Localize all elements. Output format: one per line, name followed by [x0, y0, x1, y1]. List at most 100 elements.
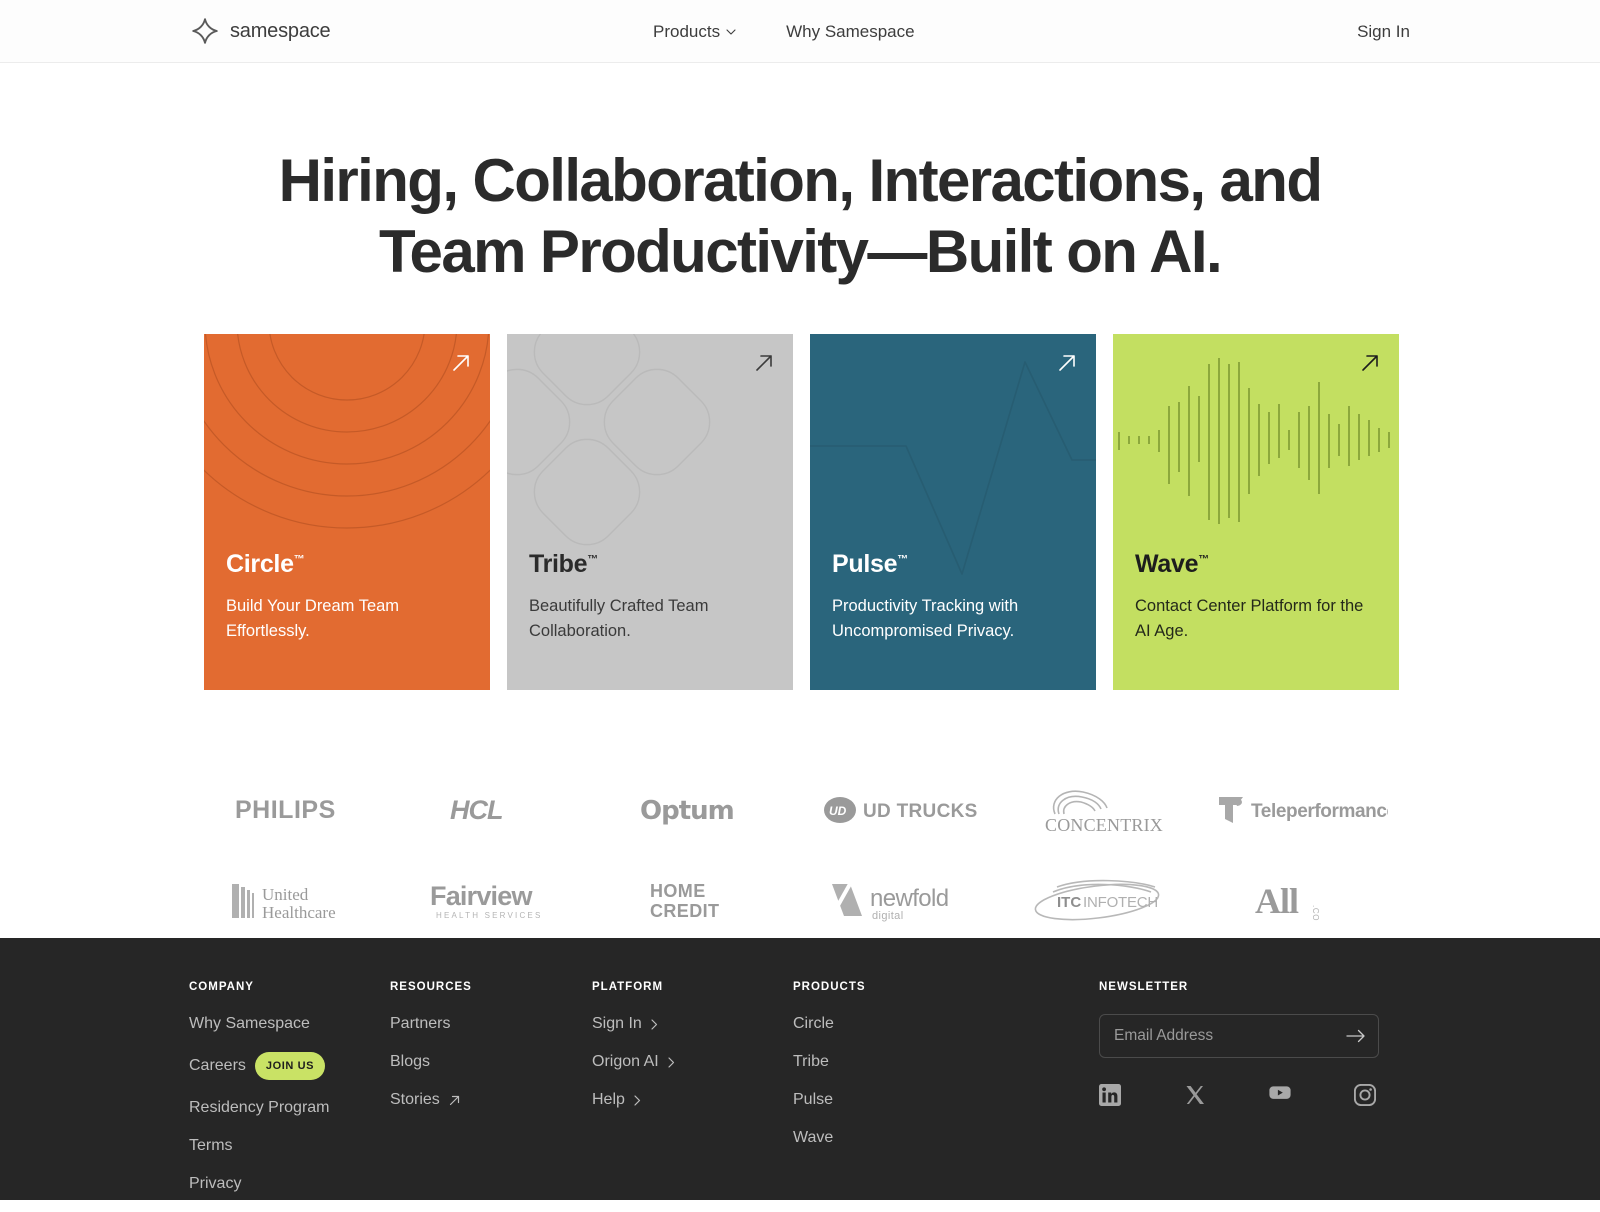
chevron-right-icon [634, 1094, 641, 1106]
product-card-pulse[interactable]: Pulse™ Productivity Tracking with Uncomp… [810, 334, 1096, 690]
email-input[interactable] [1114, 1027, 1346, 1045]
logo-concentrix: CONCENTRIX [1035, 782, 1165, 838]
logo-united-healthcare: United Healthcare [230, 872, 370, 928]
product-card-title: Pulse™ [832, 552, 1078, 577]
footer-link-label: Terms [189, 1137, 233, 1154]
footer-link-label: Wave [793, 1129, 834, 1146]
footer-column-title: PLATFORM [592, 981, 664, 993]
footer-link-residency-program[interactable]: Residency Program [189, 1098, 390, 1118]
svg-text:HOME: HOME [650, 881, 706, 901]
footer-link-label: Residency Program [189, 1099, 330, 1116]
instagram-icon[interactable] [1353, 1083, 1377, 1107]
footer-link-partners[interactable]: Partners [390, 1014, 592, 1034]
footer-link-terms[interactable]: Terms [189, 1136, 390, 1156]
nav-item-why-samespace[interactable]: Why Samespace [786, 22, 915, 42]
footer-link-careers[interactable]: Careers JOIN US [189, 1052, 390, 1080]
footer-link-label: Circle [793, 1015, 834, 1032]
svg-text:United: United [262, 885, 309, 904]
join-us-badge[interactable]: JOIN US [254, 1052, 326, 1080]
logo-itc-infotech: ITC INFOTECH [1025, 872, 1175, 928]
footer-column-company: COMPANY Why Samespace Careers JOIN US Re… [189, 981, 390, 1212]
x-twitter-icon[interactable] [1184, 1084, 1206, 1106]
product-name-text: Circle [226, 550, 294, 578]
product-card-circle[interactable]: Circle™ Build Your Dream Team Effortless… [204, 334, 490, 690]
footer-column-title: PRODUCTS [793, 981, 866, 993]
footer-link-label: Origon AI [592, 1053, 659, 1070]
product-card-description: Build Your Dream Team Effortlessly. [226, 597, 400, 640]
nav-item-products[interactable]: Products [653, 22, 736, 42]
footer-column-products: PRODUCTS Circle Tribe Pulse Wave [793, 981, 1099, 1212]
youtube-icon[interactable] [1269, 1084, 1291, 1106]
trademark-symbol: ™ [1198, 553, 1209, 566]
four-point-star-icon [190, 16, 220, 46]
product-card-title: Tribe™ [529, 552, 775, 577]
product-cards: Circle™ Build Your Dream Team Effortless… [204, 334, 1399, 690]
footer-link-blogs[interactable]: Blogs [390, 1052, 592, 1072]
svg-text:UD: UD [829, 804, 847, 818]
product-card-description: Contact Center Platform for the AI Age. [1135, 597, 1364, 640]
site-header: samespace Products Why Samespace Sign In [0, 0, 1600, 63]
social-links [1099, 1083, 1399, 1107]
hero-line-2: Team Productivity—Built on AI. [378, 218, 1223, 285]
footer-column-title: RESOURCES [390, 981, 472, 993]
brand-name: samespace [230, 19, 331, 42]
newsletter-submit-button[interactable] [1346, 1029, 1366, 1043]
arrow-up-right-icon [753, 352, 775, 374]
product-card-description: Beautifully Crafted Team Collaboration. [529, 597, 709, 640]
footer-link-label: Careers [189, 1057, 246, 1074]
logo-fairview: Fairview HEALTH SERVICES [430, 872, 570, 928]
svg-text:HEALTH SERVICES: HEALTH SERVICES [436, 911, 543, 920]
svg-text:Fairview: Fairview [430, 881, 533, 911]
svg-text:digital: digital [872, 910, 904, 922]
brand-logo[interactable]: samespace [190, 16, 331, 46]
logo-ud-trucks: UD UD TRUCKS [823, 782, 978, 838]
footer-link-label: Help [592, 1091, 625, 1108]
footer-link-sign-in[interactable]: Sign In [592, 1014, 793, 1034]
product-card-title: Circle™ [226, 552, 472, 577]
chevron-right-icon [651, 1018, 658, 1030]
hero-line-1: Hiring, Collaboration, Interactions, and [278, 147, 1323, 214]
sign-in-button[interactable]: Sign In [1357, 0, 1410, 63]
footer-link-label: Partners [390, 1015, 451, 1032]
chevron-right-icon [668, 1056, 675, 1068]
footer-link-pulse[interactable]: Pulse [793, 1090, 1099, 1110]
svg-text:.COM: .COM [1311, 905, 1320, 921]
linkedin-icon[interactable] [1099, 1084, 1121, 1106]
svg-text:Healthcare: Healthcare [262, 903, 336, 922]
footer-link-label: Stories [390, 1091, 440, 1108]
logo-home-credit: HOME CREDIT [650, 872, 750, 928]
footer-link-origon-ai[interactable]: Origon AI [592, 1052, 793, 1072]
svg-text:Optum: Optum [640, 796, 734, 826]
product-name-text: Wave [1135, 550, 1199, 578]
chevron-down-icon [726, 28, 736, 35]
footer-link-tribe[interactable]: Tribe [793, 1052, 1099, 1072]
main-nav: Products Why Samespace [653, 0, 915, 63]
arrow-up-right-icon [449, 1095, 460, 1106]
footer-link-label: Privacy [189, 1175, 242, 1192]
footer-link-circle[interactable]: Circle [793, 1014, 1099, 1034]
client-logos: PHILIPS HCL Optum UD UD TRUCKS CONCENTRI… [200, 782, 1400, 928]
footer-link-why-samespace[interactable]: Why Samespace [189, 1014, 390, 1034]
product-name-text: Tribe [529, 550, 588, 578]
newsletter-form [1099, 1014, 1379, 1058]
page-title: Hiring, Collaboration, Interactions, and… [180, 145, 1420, 287]
footer-link-stories[interactable]: Stories [390, 1090, 592, 1110]
footer-link-wave[interactable]: Wave [793, 1128, 1099, 1148]
footer-link-privacy[interactable]: Privacy [189, 1174, 390, 1194]
product-card-wave[interactable]: Wave™ Contact Center Platform for the AI… [1113, 334, 1399, 690]
footer-link-help[interactable]: Help [592, 1090, 793, 1110]
logo-newfold-digital: newfold digital [828, 872, 973, 928]
svg-text:PHILIPS: PHILIPS [235, 796, 336, 824]
product-card-description: Productivity Tracking with Uncompromised… [832, 597, 1019, 640]
product-card-tribe[interactable]: Tribe™ Beautifully Crafted Team Collabor… [507, 334, 793, 690]
footer-link-label: Why Samespace [189, 1015, 310, 1032]
nav-item-why-samespace-label: Why Samespace [786, 21, 915, 41]
svg-text:INFOTECH: INFOTECH [1083, 894, 1158, 911]
hero-section: Hiring, Collaboration, Interactions, and… [0, 145, 1600, 287]
trademark-symbol: ™ [897, 553, 908, 566]
logo-teleperformance: Teleperformance [1213, 782, 1388, 838]
footer-column-resources: RESOURCES Partners Blogs Stories [390, 981, 592, 1212]
svg-text:CONCENTRIX: CONCENTRIX [1045, 815, 1163, 834]
logo-philips: PHILIPS [235, 782, 365, 838]
product-card-title: Wave™ [1135, 552, 1381, 577]
